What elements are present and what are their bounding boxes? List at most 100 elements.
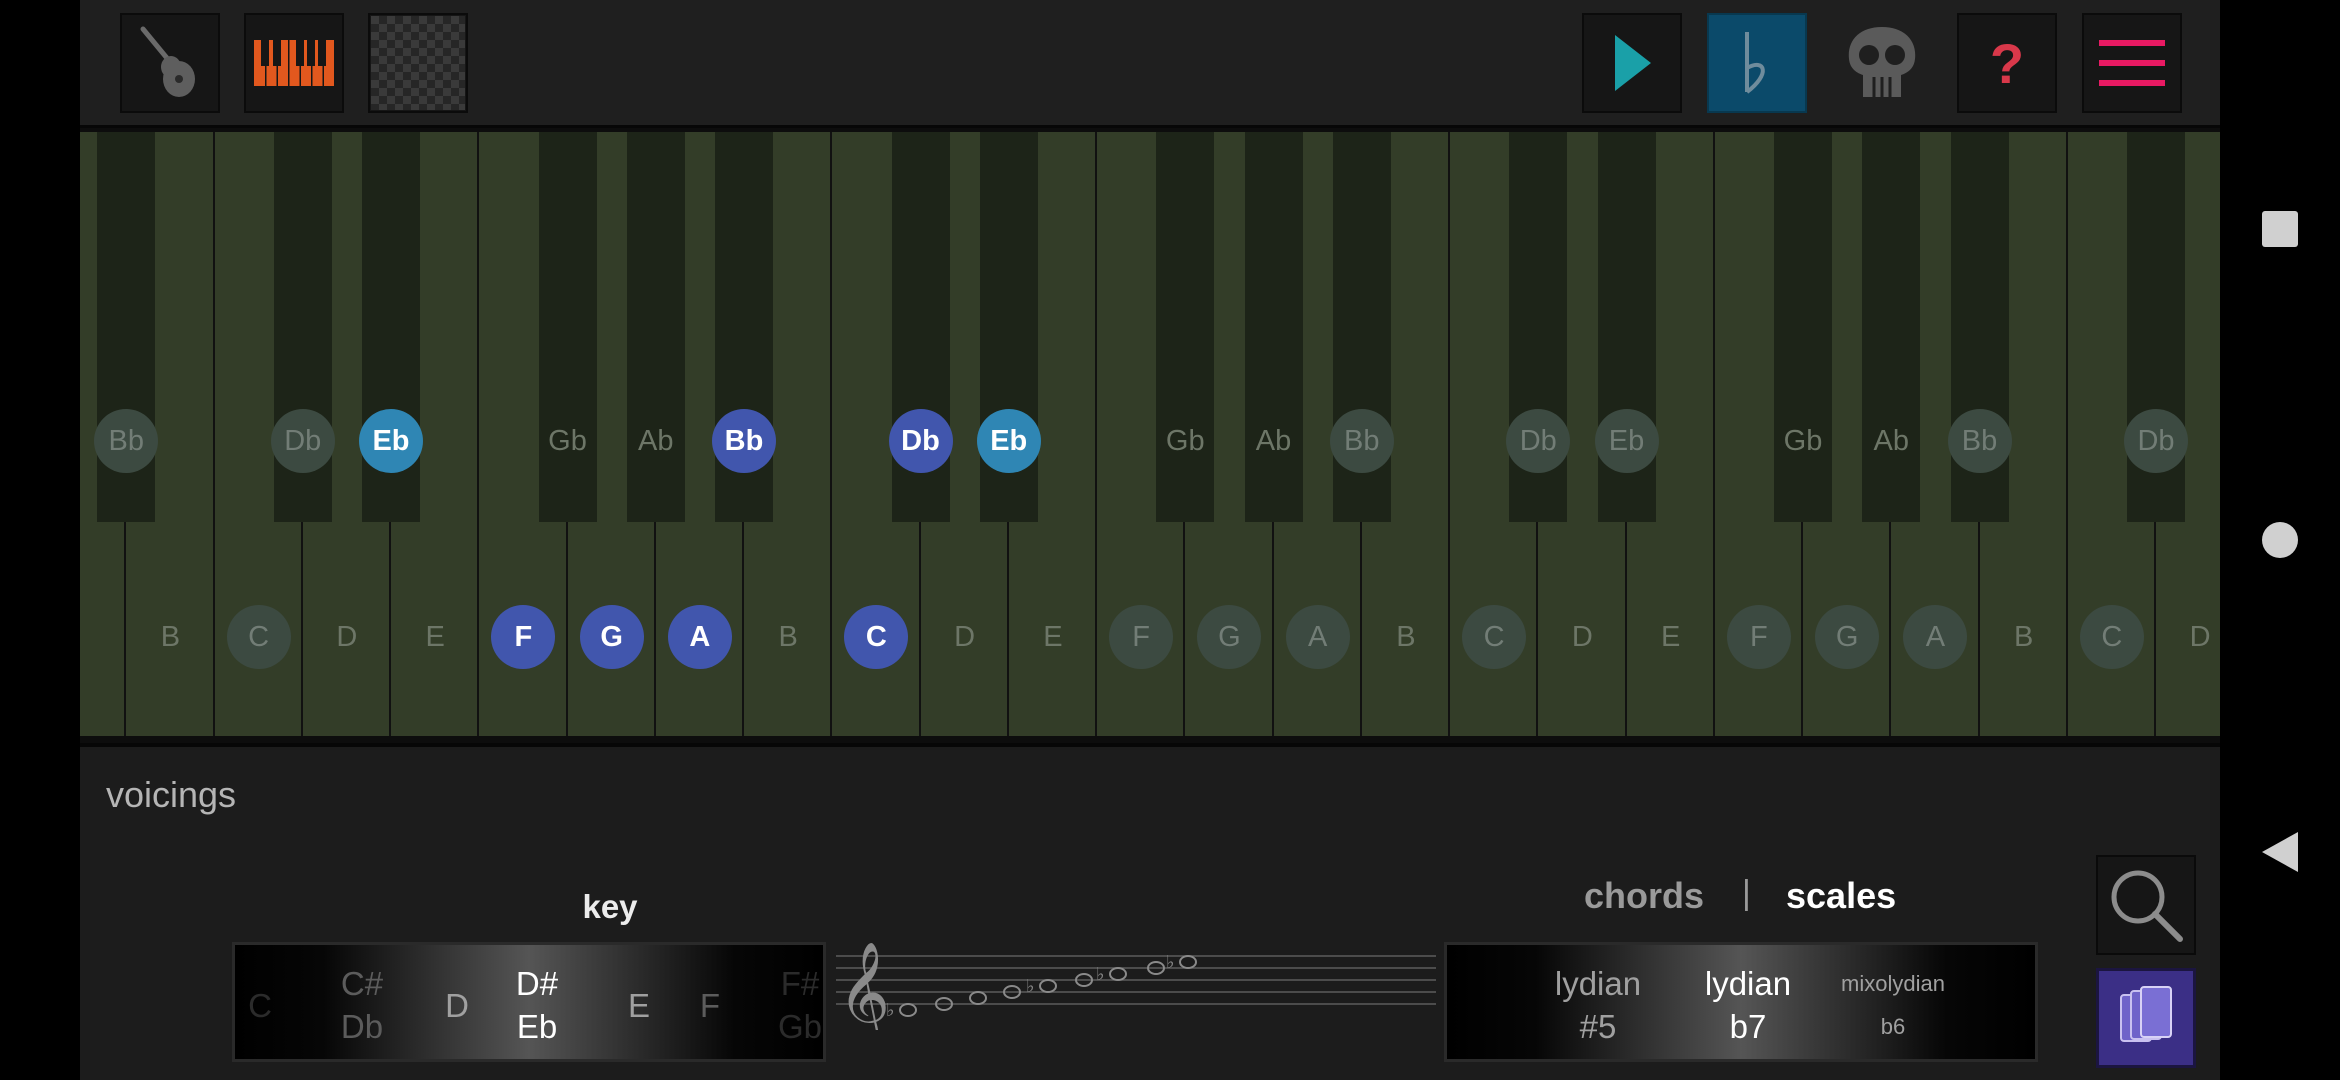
black-note-label: Ab bbox=[1873, 424, 1909, 457]
android-navigation-bar bbox=[2220, 0, 2340, 1080]
play-icon bbox=[1615, 35, 1651, 91]
scale-selector-wheel[interactable]: lydian #5 lydian b7 mixolydian b6 bbox=[1444, 942, 2038, 1062]
white-note-label: D bbox=[1571, 620, 1593, 653]
help-button[interactable]: ? bbox=[1957, 13, 2057, 113]
black-note-label: Eb bbox=[359, 409, 423, 473]
wheel-option-text: Eb bbox=[516, 1008, 558, 1045]
wheel-option-text: Gb bbox=[777, 1008, 823, 1045]
black-note-label: Bb bbox=[94, 409, 159, 473]
white-note-label: D bbox=[336, 620, 358, 653]
staff-note bbox=[1179, 955, 1197, 969]
black-note-label: Ab bbox=[638, 424, 674, 457]
square-icon[interactable] bbox=[2262, 211, 2298, 247]
white-note-label: F bbox=[1726, 605, 1791, 669]
wheel-option-text: F bbox=[699, 986, 721, 1024]
key-selector-wheel[interactable]: C C# Db D D# Eb E F F# Gb bbox=[232, 942, 826, 1062]
white-note-label: D bbox=[954, 620, 976, 653]
wheel-option-text: b6 bbox=[1880, 1014, 1906, 1039]
wheel-option-text: E bbox=[627, 986, 650, 1024]
black-note-label: Gb bbox=[548, 424, 587, 457]
question-icon: ? bbox=[1989, 31, 2025, 95]
tab-scales[interactable]: scales bbox=[1786, 875, 1896, 917]
skull-button[interactable] bbox=[1832, 13, 1932, 113]
black-note-label: Bb bbox=[1947, 409, 2012, 473]
white-note-label: G bbox=[1815, 605, 1880, 669]
staff-note bbox=[1039, 979, 1057, 993]
wheel-option-text: D# bbox=[515, 965, 559, 1002]
wheel-option-text: C bbox=[248, 986, 272, 1024]
search-button[interactable] bbox=[2096, 855, 2196, 955]
circle-icon[interactable] bbox=[2262, 522, 2298, 558]
wheel-option-text: #5 bbox=[1579, 1008, 1617, 1045]
piano-keyboard[interactable]: Bb Db Eb Gb Ab Bb Db Eb Gb Ab Bb Db Eb Gb Ab Bb Db B C D E F G… bbox=[80, 125, 2220, 747]
wheel-option[interactable]: F# Gb bbox=[755, 945, 823, 1059]
white-note-label: B bbox=[778, 620, 798, 653]
white-note-label: C bbox=[844, 605, 909, 669]
flat-symbol-icon bbox=[1745, 32, 1765, 94]
wheel-option[interactable]: C# Db bbox=[307, 945, 417, 1059]
staff-note bbox=[1109, 967, 1127, 981]
library-button[interactable] bbox=[2096, 968, 2196, 1068]
white-note-label: F bbox=[1109, 605, 1174, 669]
white-note-label: F bbox=[491, 605, 556, 669]
checkered-pattern-icon bbox=[371, 16, 465, 110]
wheel-option-text: b7 bbox=[1729, 1008, 1767, 1045]
white-note-label: E bbox=[425, 620, 445, 653]
wheel-option[interactable]: E bbox=[599, 945, 679, 1059]
wheel-option[interactable]: D# Eb bbox=[472, 945, 602, 1059]
black-note-label: Db bbox=[270, 409, 335, 473]
guitar-button[interactable] bbox=[120, 13, 220, 113]
white-note-label: G bbox=[1197, 605, 1262, 669]
piano-icon bbox=[254, 40, 334, 86]
staff-flat-sign: ♭ bbox=[886, 1000, 895, 1020]
wheel-option[interactable]: mixolydian b6 bbox=[1823, 945, 1963, 1059]
black-note-label: Ab bbox=[1255, 424, 1292, 457]
piano-button[interactable] bbox=[244, 13, 344, 113]
search-icon bbox=[2111, 870, 2183, 942]
menu-button[interactable] bbox=[2082, 13, 2182, 113]
top-toolbar: ? bbox=[80, 0, 2220, 125]
black-note-label: Gb bbox=[1783, 424, 1823, 457]
staff-flat-sign: ♭ bbox=[1096, 964, 1105, 984]
white-note-label: C bbox=[1462, 605, 1527, 669]
guitar-icon bbox=[140, 26, 195, 97]
white-note-label: B bbox=[2013, 620, 2034, 653]
wheel-option-text: F# bbox=[780, 965, 820, 1002]
white-note-label: A bbox=[1285, 605, 1350, 669]
black-note-label: Gb bbox=[1165, 424, 1205, 457]
pattern-button[interactable] bbox=[368, 13, 468, 113]
black-note-label: Db bbox=[888, 409, 953, 473]
black-note-label: Db bbox=[1506, 409, 1571, 473]
staff-flat-sign: ♭ bbox=[1026, 976, 1035, 996]
app-window: ? Bb Db Eb Gb Ab Bb Db Eb Gb Ab Bb Db Eb Gb Ab Bb Db B C D E… bbox=[80, 0, 2220, 1080]
white-note-label: E bbox=[1043, 620, 1063, 653]
treble-clef-icon: 𝄞 bbox=[838, 940, 890, 1030]
wheel-option[interactable]: lydian #5 bbox=[1533, 945, 1663, 1059]
wheel-option-text: Db bbox=[340, 1008, 384, 1045]
wheel-option[interactable]: F bbox=[675, 945, 745, 1059]
black-note-label: Db bbox=[2124, 409, 2188, 473]
wheel-option-text: lydian bbox=[1704, 965, 1792, 1002]
wheel-option[interactable]: C bbox=[235, 945, 295, 1059]
staff-note bbox=[969, 991, 987, 1005]
flat-toggle-button[interactable] bbox=[1707, 13, 1807, 113]
key-label: key bbox=[582, 888, 638, 925]
tab-separator: | bbox=[1742, 874, 1751, 912]
library-icon bbox=[2120, 986, 2172, 1042]
white-note-label: A bbox=[667, 605, 732, 669]
staff-note bbox=[899, 1003, 917, 1017]
tab-chords[interactable]: chords bbox=[1584, 875, 1704, 917]
black-note-label: Bb bbox=[1329, 409, 1394, 473]
wheel-option-text: mixolydian bbox=[1841, 971, 1945, 996]
white-note-label: G bbox=[579, 605, 644, 669]
wheel-option-text: lydian bbox=[1554, 965, 1642, 1002]
staff-flat-sign: ♭ bbox=[1166, 952, 1175, 972]
play-button[interactable] bbox=[1582, 13, 1682, 113]
voicings-label[interactable]: voicings bbox=[106, 774, 236, 816]
white-note-label: B bbox=[1396, 620, 1416, 653]
scale-staff-preview: 𝄞 ♭ ♭ ♭ ♭ bbox=[836, 940, 1436, 1030]
back-triangle-icon[interactable] bbox=[2260, 830, 2300, 874]
white-note-label: C bbox=[226, 605, 291, 669]
wheel-option[interactable]: lydian b7 bbox=[1683, 945, 1813, 1059]
black-note-label: Eb bbox=[1594, 409, 1659, 473]
